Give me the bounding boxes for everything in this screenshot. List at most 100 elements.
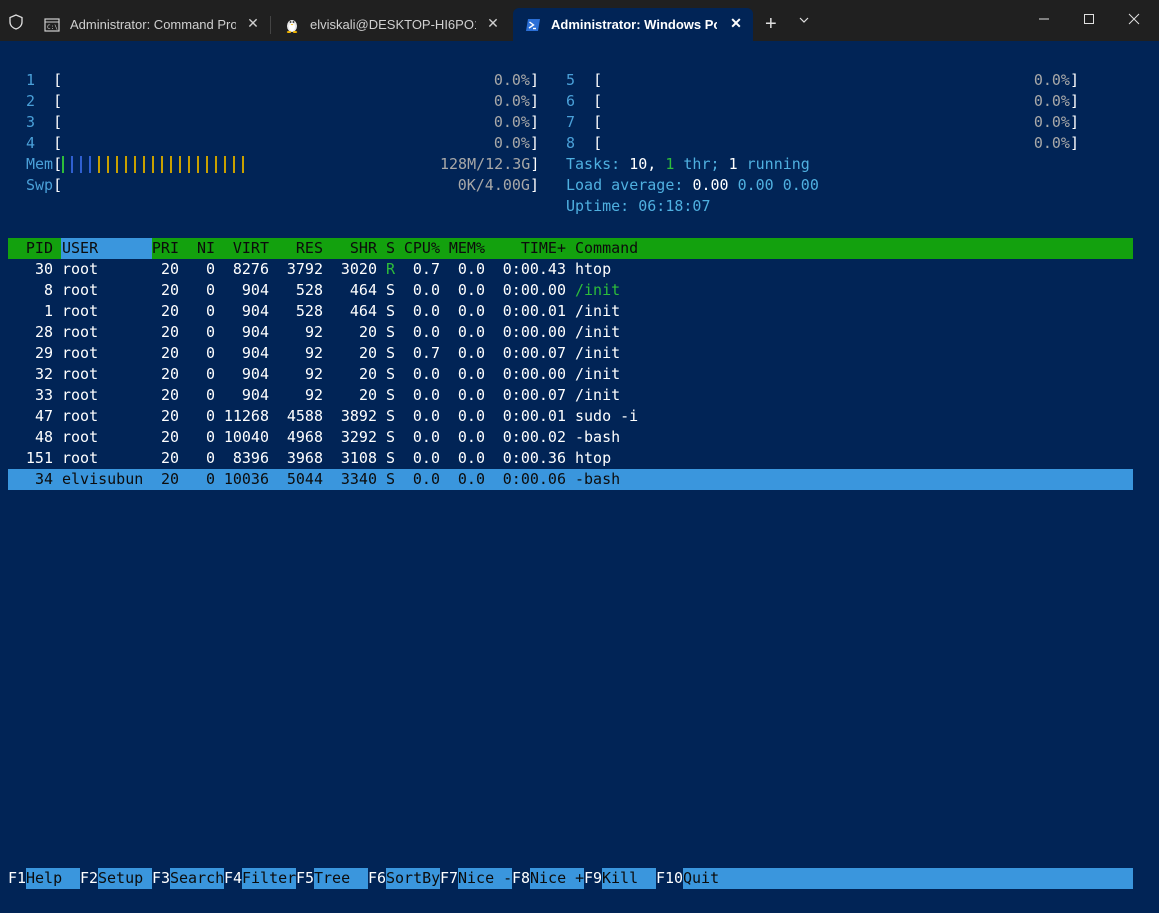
column-header-time[interactable]: TIME+	[476, 238, 566, 259]
cpu-meter-value: 0.0%]	[493, 113, 539, 131]
cell-pid: 48	[34, 428, 53, 446]
fkey-label[interactable]: Nice +	[530, 868, 585, 889]
cpu-meter-value: 0.0%]	[1033, 113, 1079, 131]
mem-usage-bar	[62, 156, 251, 174]
cpu-meter-5: 5 [	[566, 71, 603, 89]
cell-mem: 0.0	[457, 323, 485, 341]
process-table-header[interactable]: PID USER PRI NI VIRT RES SHR S CPU% MEM% TIME+ Comm…	[8, 238, 1133, 259]
cpu-meter-6: 6 [	[566, 92, 603, 110]
cpu-meter-value: 0.0%]	[493, 134, 539, 152]
process-row[interactable]: 29 root 20 0 904 92 20 S 0.7 0.0 0:00.07/init	[8, 343, 1133, 364]
cpu-meter-value: 0.0%]	[1033, 71, 1079, 89]
fkey-f4[interactable]: F4	[224, 868, 242, 889]
fkey-f10[interactable]: F10	[656, 868, 683, 889]
fkey-f1[interactable]: F1	[8, 868, 26, 889]
cpu-meter-4: 4 [	[26, 134, 63, 152]
cpu-meter-value: 0.0%]	[1033, 134, 1079, 152]
cell-time: 0:00.00	[502, 365, 566, 383]
cell-time: 0:00.07	[502, 344, 566, 362]
cell-pid: 1	[43, 302, 53, 320]
cpu-meter-value: 0.0%]	[493, 71, 539, 89]
close-window-icon[interactable]	[1127, 12, 1141, 26]
fkey-label[interactable]: Nice -	[458, 868, 513, 889]
cell-cmd: -bash	[575, 470, 621, 488]
shield-icon	[9, 14, 23, 30]
fkey-f6[interactable]: F6	[368, 868, 386, 889]
process-row[interactable]: 48 root 20 0 10040 4968 3292 S 0.0 0.0 0:00.02 -bas…	[8, 427, 1133, 448]
fkey-label[interactable]: SortBy	[386, 868, 441, 889]
svg-text:C:\: C:\	[47, 24, 58, 31]
process-row[interactable]: 47 root 20 0 11268 4588 3892 S 0.0 0.0 0:00.01 sudo…	[8, 406, 1133, 427]
cell-cmd: /init	[575, 344, 621, 362]
minimize-icon[interactable]	[1037, 12, 1051, 26]
cmd-icon: C:\	[44, 17, 60, 32]
cell-time: 0:00.00	[502, 323, 566, 341]
tab-command-prompt[interactable]: C:\ Administrator: Command Prom ✕	[32, 8, 270, 41]
tab-label: Administrator: Command Prom	[70, 17, 236, 32]
tab-windows-powershell[interactable]: Administrator: Windows Powe ✕	[513, 8, 753, 41]
cell-mem: 0.0	[457, 407, 485, 425]
tab-separator	[270, 16, 271, 34]
cell-cmd: /init	[575, 323, 621, 341]
terminal-pane[interactable]: 1 [0.0%] 2 [0.0%] 3 [0.0%] 4 [0.0%] 5 [0.0%]…	[0, 41, 1159, 913]
cell-pid: 29	[34, 344, 53, 362]
fkey-label[interactable]: Search	[170, 868, 225, 889]
cpu-meter-7: 7 [	[566, 113, 603, 131]
fkey-f8[interactable]: F8	[512, 868, 530, 889]
column-header-pid[interactable]: PID	[0, 238, 53, 259]
cpu-meter-3: 3 [	[26, 113, 63, 131]
process-row[interactable]: 28 root 20 0 904 92 20 S 0.0 0.0 0:00.00/init	[8, 322, 1133, 343]
cell-mem: 0.0	[457, 260, 485, 278]
cell-time: 0:00.07	[502, 386, 566, 404]
cell-cmd: htop	[575, 260, 612, 278]
mem-meter: Mem[	[26, 155, 63, 173]
cell-cmd: -bash	[575, 428, 621, 446]
cell-mem: 0.0	[457, 344, 485, 362]
cpu-meter-1: 1 [	[26, 71, 63, 89]
tasks-meter: Tasks: 10, 1 thr; 1 running	[566, 155, 810, 173]
column-header-mem[interactable]: MEM%	[395, 238, 485, 259]
powershell-icon	[526, 18, 540, 31]
fkey-label[interactable]: Kill	[602, 868, 657, 889]
chevron-down-icon[interactable]	[798, 14, 810, 26]
swap-value: 0K/4.00G]	[457, 176, 539, 194]
fkey-label[interactable]: Tree	[314, 868, 369, 889]
new-tab-button[interactable]: +	[765, 14, 777, 34]
cell-cmd: /init	[575, 365, 621, 383]
cell-mem: 0.0	[457, 386, 485, 404]
fkey-f7[interactable]: F7	[440, 868, 458, 889]
process-row[interactable]: 151 root 20 0 8396 3968 3108 S 0.0 0.0 0:00.36 htop	[8, 448, 1133, 469]
swap-meter: Swp[	[26, 176, 63, 194]
fkey-label[interactable]: Quit	[683, 868, 720, 889]
process-row[interactable]: 30 root 20 0 8276 3792 3020 R 0.7 0.0 0:00.43 htop	[8, 259, 1133, 280]
cell-mem: 0.0	[457, 302, 485, 320]
maximize-icon[interactable]	[1082, 12, 1096, 26]
function-key-bar: F1 Help F2 Setup F3 Search F4 Filter F5 Tree F6…	[8, 868, 1133, 889]
cell-cmd: /init	[575, 386, 621, 404]
close-icon[interactable]: ✕	[486, 16, 500, 30]
process-row[interactable]: 33 root 20 0 904 92 20 S 0.0 0.0 0:00.07/init	[8, 385, 1133, 406]
fkey-label[interactable]: Setup	[98, 868, 153, 889]
fkey-f3[interactable]: F3	[152, 868, 170, 889]
cpu-meter-value: 0.0%]	[493, 92, 539, 110]
cpu-meter-8: 8 [	[566, 134, 603, 152]
cell-time: 0:00.01	[502, 407, 566, 425]
tab-label: elviskali@DESKTOP-HI6PO1T: ~	[310, 17, 476, 32]
cell-pid: 8	[43, 281, 53, 299]
fkey-f9[interactable]: F9	[584, 868, 602, 889]
cell-pid: 33	[34, 386, 53, 404]
cell-cmd: htop	[575, 449, 612, 467]
process-row[interactable]: 8 root 20 0 904 528 464 S 0.0 0.0 0:00.00/init	[8, 280, 1133, 301]
close-icon[interactable]: ✕	[246, 16, 260, 30]
fkey-label[interactable]: Filter	[242, 868, 297, 889]
process-row[interactable]: 32 root 20 0 904 92 20 S 0.0 0.0 0:00.00/init	[8, 364, 1133, 385]
process-row[interactable]: 34 elvisubun 20 0 10036 5044 3340 S 0.0 0.0 0:00.0…	[8, 469, 1133, 490]
cell-time: 0:00.02	[502, 428, 566, 446]
fkey-f5[interactable]: F5	[296, 868, 314, 889]
tab-wsl-kali[interactable]: elviskali@DESKTOP-HI6PO1T: ~ ✕	[272, 8, 510, 41]
fkey-label[interactable]: Help	[26, 868, 81, 889]
close-icon[interactable]: ✕	[729, 16, 743, 30]
process-row[interactable]: 1 root 20 0 904 528 464 S 0.0 0.0 0:00.01/init	[8, 301, 1133, 322]
fkey-f2[interactable]: F2	[80, 868, 98, 889]
column-header-cmd[interactable]: Command	[575, 238, 638, 259]
